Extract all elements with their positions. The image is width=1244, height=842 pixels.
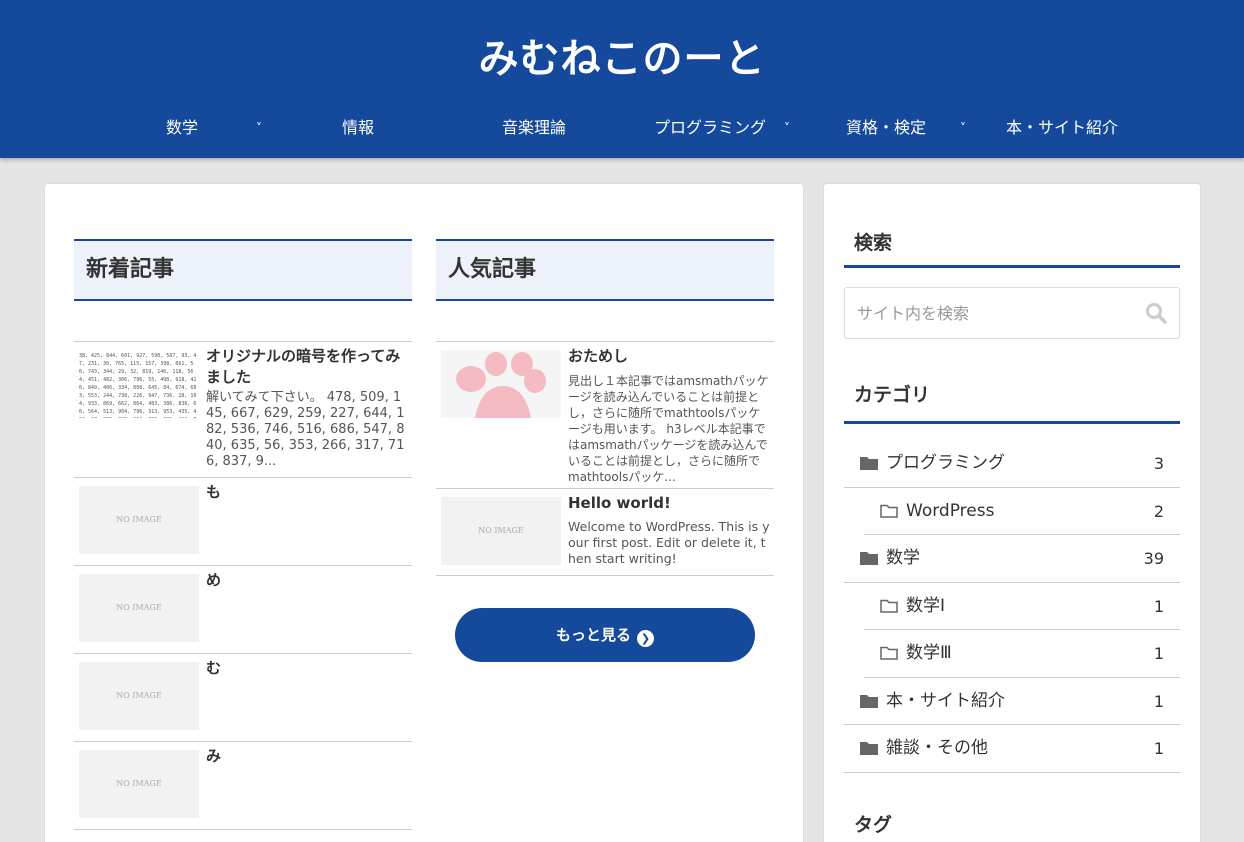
chevron-right-circle-icon: ❯	[637, 630, 654, 647]
list-item[interactable]: NO IMAGE め	[74, 566, 412, 654]
no-image-placeholder: NO IMAGE	[478, 526, 524, 535]
nav-item-label: 情報	[342, 118, 375, 137]
popular-posts-list: おためし 見出し１本記事ではamsmathパッケージを読み込んでいることは前提と…	[436, 341, 774, 576]
category-widget-title: カテゴリ	[844, 380, 1180, 424]
post-title[interactable]: オリジナルの暗号を作ってみました	[206, 346, 408, 388]
category-label: 数学Ⅰ	[906, 595, 946, 616]
new-posts-section: 新着記事 38, 425, 844, 601, 927, 590, 587, 9…	[74, 239, 412, 830]
post-thumbnail[interactable]: NO IMAGE	[79, 662, 199, 730]
chevron-down-icon: ˅	[784, 121, 790, 135]
post-title[interactable]: Hello world!	[568, 493, 770, 514]
post-title[interactable]: め	[206, 570, 408, 591]
category-count: 1	[1153, 739, 1164, 758]
folder-open-icon	[880, 504, 898, 518]
category-label: 数学Ⅲ	[906, 643, 952, 663]
folder-icon	[860, 694, 878, 708]
nav-item-info[interactable]: 情報	[342, 108, 374, 148]
global-nav: 数学 ˅ 情報 音楽理論 プログラミング ˅ 資格・検定 ˅ 本・サイト紹介	[0, 108, 1244, 148]
post-excerpt: 見出し１本記事ではamsmathパッケージを読み込んでいることは前提とし，さらに…	[568, 374, 769, 484]
no-image-placeholder: NO IMAGE	[116, 779, 162, 788]
search-icon[interactable]	[1145, 302, 1167, 324]
new-posts-heading: 新着記事	[74, 239, 412, 301]
chevron-down-icon: ˅	[960, 121, 966, 135]
nav-item-certification[interactable]: 資格・検定 ˅	[846, 108, 966, 148]
category-item-math[interactable]: 数学 39	[844, 535, 1180, 583]
no-image-placeholder: NO IMAGE	[116, 515, 162, 524]
category-count: 1	[1153, 691, 1164, 711]
new-posts-list: 38, 425, 844, 601, 927, 590, 587, 93, 47…	[74, 341, 412, 830]
post-excerpt: Welcome to WordPress. This is your first…	[568, 519, 770, 566]
list-item[interactable]: おためし 見出し１本記事ではamsmathパッケージを読み込んでいることは前提と…	[436, 342, 774, 489]
folder-icon	[860, 457, 878, 470]
no-image-placeholder: NO IMAGE	[116, 603, 162, 612]
search-widget-title: 検索	[844, 228, 1180, 268]
chevron-down-icon: ˅	[256, 121, 262, 135]
nav-item-label: プログラミング	[654, 118, 767, 137]
post-title[interactable]: も	[206, 482, 408, 503]
folder-icon	[860, 552, 878, 565]
category-label: プログラミング	[886, 453, 1005, 473]
post-title[interactable]: み	[206, 746, 408, 767]
list-item[interactable]: 38, 425, 844, 601, 927, 590, 587, 93, 47…	[74, 342, 412, 478]
sidebar: 検索 カテゴリ プログラミング 3 WordPress 2 数学 39	[823, 183, 1201, 842]
category-count: 1	[1153, 596, 1164, 616]
post-title[interactable]: む	[206, 658, 408, 679]
post-excerpt: 解いてみて下さい。 478, 509, 145, 667, 629, 259, …	[206, 390, 405, 469]
category-item-misc[interactable]: 雑談・その他 1	[844, 725, 1180, 773]
site-logo[interactable]: みむねこのーと	[0, 26, 1244, 84]
category-label: 本・サイト紹介	[886, 690, 1005, 711]
paw-icon	[456, 352, 546, 418]
site-header: みむねこのーと 数学 ˅ 情報 音楽理論 プログラミング ˅ 資格・検定 ˅ 本…	[0, 0, 1244, 158]
post-thumbnail[interactable]: 38, 425, 844, 601, 927, 590, 587, 93, 47…	[79, 352, 199, 418]
folder-open-icon	[880, 599, 898, 613]
category-count: 1	[1153, 644, 1164, 663]
nav-item-label: 音楽理論	[502, 118, 567, 137]
post-thumbnail[interactable]: NO IMAGE	[79, 574, 199, 642]
nav-item-label: 本・サイト紹介	[1006, 118, 1119, 137]
no-image-placeholder: NO IMAGE	[116, 691, 162, 700]
search-input[interactable]	[845, 288, 1125, 338]
popular-posts-section: 人気記事 おためし 見出し１本記事ではamsmathパッケージを読み込んでいるこ…	[436, 239, 774, 662]
category-item-programming[interactable]: プログラミング 3	[844, 440, 1180, 488]
category-item-books-sites[interactable]: 本・サイト紹介 1	[844, 678, 1180, 725]
post-thumbnail[interactable]: NO IMAGE	[79, 750, 199, 818]
paw-image[interactable]	[441, 350, 561, 418]
folder-open-icon	[880, 646, 898, 660]
nav-item-label: 資格・検定	[846, 118, 927, 137]
category-list: プログラミング 3 WordPress 2 数学 39 数学Ⅰ 1 数学Ⅲ 1 …	[844, 440, 1180, 773]
folder-icon	[860, 742, 878, 755]
list-item[interactable]: NO IMAGE も	[74, 478, 412, 566]
nav-item-music-theory[interactable]: 音楽理論	[502, 108, 566, 148]
search-form	[844, 287, 1180, 339]
nav-item-programming[interactable]: プログラミング ˅	[654, 108, 790, 148]
post-thumbnail[interactable]: NO IMAGE	[441, 497, 561, 565]
category-label: WordPress	[906, 500, 995, 521]
list-item[interactable]: NO IMAGE む	[74, 654, 412, 742]
category-count: 2	[1153, 501, 1164, 521]
more-button-label: もっと見る	[555, 626, 631, 644]
more-button[interactable]: もっと見る ❯	[455, 608, 755, 662]
category-label: 雑談・その他	[886, 738, 988, 758]
popular-posts-heading: 人気記事	[436, 239, 774, 301]
post-title[interactable]: おためし	[568, 346, 770, 367]
list-item[interactable]: NO IMAGE み	[74, 742, 412, 830]
tag-widget-title: タグ	[854, 814, 893, 836]
category-label: 数学	[886, 548, 920, 568]
nav-item-label: 数学	[166, 118, 199, 137]
main-content: 新着記事 38, 425, 844, 601, 927, 590, 587, 9…	[44, 183, 804, 842]
category-item-math-1[interactable]: 数学Ⅰ 1	[864, 583, 1180, 630]
nav-item-books-sites[interactable]: 本・サイト紹介	[1006, 108, 1118, 148]
post-thumbnail[interactable]: NO IMAGE	[79, 486, 199, 554]
nav-item-math[interactable]: 数学 ˅	[166, 108, 262, 148]
category-count: 39	[1143, 549, 1164, 568]
list-item[interactable]: NO IMAGE Hello world! Welcome to WordPre…	[436, 489, 774, 576]
category-item-math-3[interactable]: 数学Ⅲ 1	[864, 630, 1180, 678]
category-count: 3	[1153, 454, 1164, 473]
category-item-wordpress[interactable]: WordPress 2	[864, 488, 1180, 535]
